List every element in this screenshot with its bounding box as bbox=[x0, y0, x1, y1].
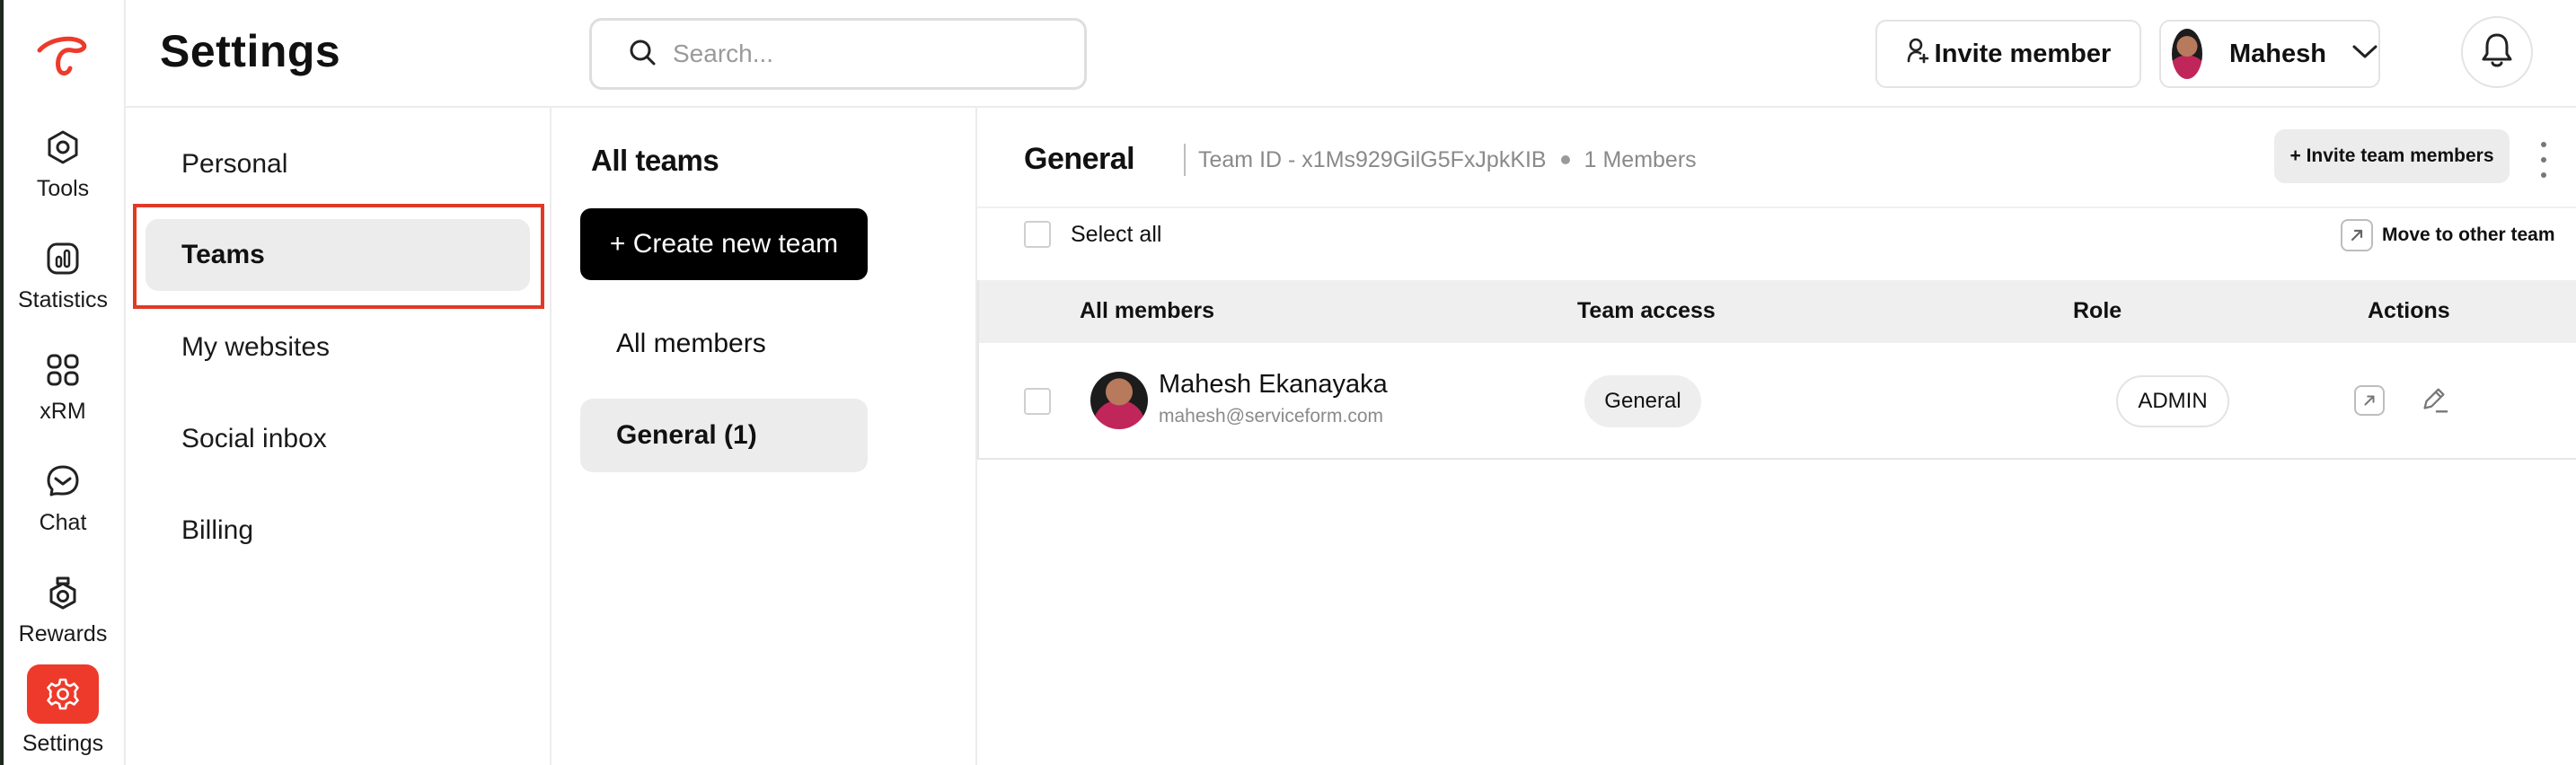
rail-edge bbox=[0, 0, 4, 765]
move-to-other-team-button[interactable]: Move to other team bbox=[2341, 219, 2555, 251]
team-item-general[interactable]: General (1) bbox=[580, 399, 868, 472]
award-icon bbox=[43, 573, 83, 612]
select-all-checkbox[interactable] bbox=[1024, 221, 1051, 248]
select-all-label: Select all bbox=[1071, 221, 1162, 247]
bell-icon bbox=[2480, 31, 2514, 74]
rail-item-settings[interactable]: Settings bbox=[9, 664, 117, 763]
chat-icon bbox=[43, 462, 83, 501]
rail-item-tools[interactable]: Tools bbox=[9, 117, 117, 215]
rail-item-statistics[interactable]: Statistics bbox=[9, 228, 117, 327]
grid-icon bbox=[43, 350, 83, 390]
search-icon bbox=[628, 38, 657, 71]
user-plus-icon bbox=[1906, 37, 1929, 71]
create-team-button[interactable]: + Create new team bbox=[580, 208, 868, 280]
rail-label-chat: Chat bbox=[39, 510, 87, 535]
rail-item-xrm[interactable]: xRM bbox=[9, 339, 117, 438]
row-checkbox[interactable] bbox=[1024, 388, 1051, 415]
settings-menu-item-my-websites[interactable]: My websites bbox=[181, 332, 330, 363]
rail-label-tools: Tools bbox=[36, 176, 90, 201]
rail-label-xrm: xRM bbox=[40, 399, 86, 424]
rail-label-settings: Settings bbox=[22, 731, 104, 756]
move-to-other-team-label: Move to other team bbox=[2382, 224, 2555, 245]
team-id: Team ID - x1Ms929GilG5FxJpkKIB bbox=[1198, 146, 1547, 172]
column-header-all-members: All members bbox=[1080, 298, 1215, 323]
more-options-icon[interactable] bbox=[2536, 142, 2551, 178]
detail-divider bbox=[977, 207, 2576, 208]
invite-member-button[interactable]: Invite member bbox=[1875, 20, 2141, 88]
app-logo-icon[interactable] bbox=[32, 32, 95, 77]
team-detail-panel: General Team ID - x1Ms929GilG5FxJpkKIB 1… bbox=[977, 108, 2576, 765]
column-header-team-access: Team access bbox=[1577, 298, 1716, 323]
table-header: All members Team access Role Actions bbox=[979, 280, 2576, 343]
teams-panel-title: All teams bbox=[591, 144, 719, 177]
team-item-all-members[interactable]: All members bbox=[580, 307, 868, 381]
teams-panel: All teams + Create new team All members … bbox=[551, 108, 977, 765]
role-badge: ADMIN bbox=[2116, 375, 2229, 427]
rail-label-rewards: Rewards bbox=[18, 621, 108, 646]
member-email: mahesh@serviceform.com bbox=[1159, 406, 1384, 426]
member-name: Mahesh Ekanayaka bbox=[1159, 370, 1388, 399]
page-title: Settings bbox=[160, 26, 341, 76]
user-name: Mahesh bbox=[2229, 39, 2326, 68]
search-box[interactable] bbox=[589, 18, 1087, 90]
chevron-down-icon bbox=[2351, 43, 2378, 66]
column-header-role: Role bbox=[2073, 298, 2122, 323]
edit-icon[interactable] bbox=[2418, 384, 2450, 417]
settings-menu-item-personal[interactable]: Personal bbox=[181, 149, 287, 180]
gear-icon bbox=[27, 664, 99, 724]
app-rail: Tools Statistics xRM Chat Rewards Settin… bbox=[0, 0, 126, 765]
members-table: All members Team access Role Actions Mah… bbox=[977, 280, 2576, 460]
notifications-button[interactable] bbox=[2461, 16, 2533, 88]
select-all[interactable]: Select all bbox=[1024, 221, 1161, 248]
rail-item-rewards[interactable]: Rewards bbox=[9, 562, 117, 661]
move-arrow-icon bbox=[2341, 219, 2373, 251]
search-input[interactable] bbox=[673, 40, 1050, 68]
invite-member-label: Invite member bbox=[1934, 39, 2112, 68]
avatar bbox=[2172, 29, 2203, 79]
members-count: 1 Members bbox=[1584, 146, 1697, 172]
member-avatar bbox=[1090, 372, 1148, 429]
team-meta: Team ID - x1Ms929GilG5FxJpkKIB 1 Members bbox=[1184, 144, 1697, 176]
team-name: General bbox=[1024, 142, 1135, 176]
invite-team-members-button[interactable]: + Invite team members bbox=[2274, 129, 2510, 183]
rail-item-chat[interactable]: Chat bbox=[9, 451, 117, 550]
settings-menu-item-billing[interactable]: Billing bbox=[181, 515, 253, 546]
table-row[interactable]: Mahesh Ekanayaka mahesh@serviceform.com … bbox=[979, 343, 2576, 458]
selection-highlight-box bbox=[133, 204, 544, 309]
settings-menu-item-social-inbox[interactable]: Social inbox bbox=[181, 424, 327, 454]
user-menu[interactable]: Mahesh bbox=[2159, 20, 2380, 88]
move-member-icon[interactable] bbox=[2353, 384, 2386, 417]
meta-separator-dot bbox=[1560, 155, 1570, 164]
team-access-badge: General bbox=[1584, 375, 1701, 427]
column-header-actions: Actions bbox=[2368, 298, 2450, 323]
rail-label-statistics: Statistics bbox=[17, 287, 109, 312]
bar-chart-icon bbox=[43, 239, 83, 278]
hexagon-icon bbox=[43, 128, 83, 167]
